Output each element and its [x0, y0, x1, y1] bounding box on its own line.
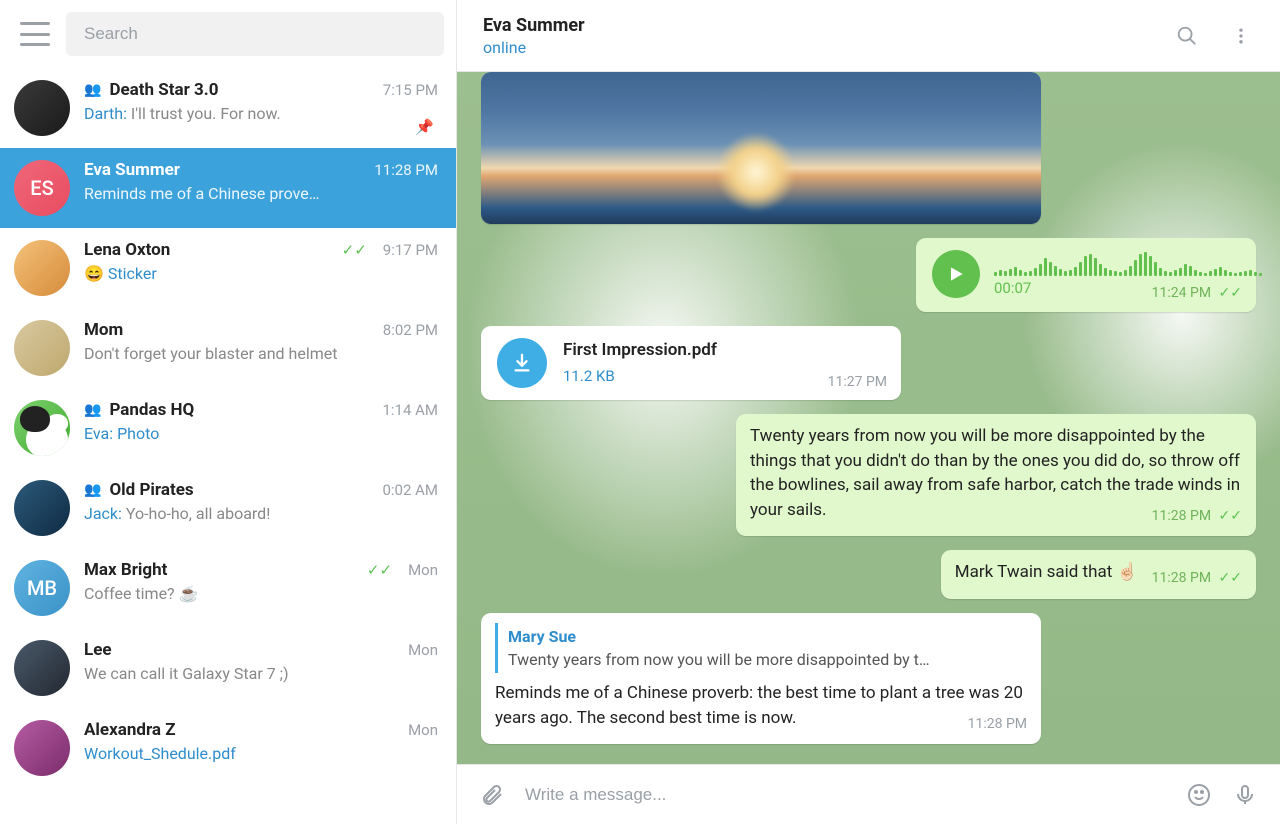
message-image[interactable]: I finally visited Earth.. The nature her…	[481, 72, 1041, 224]
chat-status: online	[483, 38, 585, 57]
chat-list[interactable]: 👥 Death Star 3.0 7:15 PM Darth: I'll tru…	[0, 68, 456, 824]
chat-preview: Jack: Yo-ho-ho, all aboard!	[84, 504, 438, 523]
reply-text: Twenty years from now you will be more d…	[508, 648, 1017, 671]
message-text-bubble[interactable]: Mark Twain said that ☝🏻 11:28 PM ✓✓	[941, 550, 1256, 598]
messages-area[interactable]: I finally visited Earth.. The nature her…	[457, 72, 1280, 764]
chat-title: Eva Summer	[483, 15, 585, 36]
message-voice[interactable]: 00:07 11:24 PM ✓✓	[916, 238, 1256, 312]
waveform[interactable]	[994, 250, 1262, 276]
chat-name: Eva Summer	[84, 160, 180, 180]
message-text: Mark Twain said that ☝🏻	[955, 562, 1138, 582]
read-checks-icon: ✓✓	[1219, 285, 1242, 301]
chat-header: Eva Summer online	[457, 0, 1280, 72]
chat-time: Mon	[408, 721, 438, 739]
chat-preview: Eva: Photo	[84, 424, 438, 443]
read-checks-icon: ✓✓	[342, 241, 367, 259]
microphone-icon[interactable]	[1232, 782, 1258, 808]
read-checks-icon: ✓✓	[1219, 570, 1242, 586]
avatar: ES	[14, 160, 70, 216]
chat-row-death-star[interactable]: 👥 Death Star 3.0 7:15 PM Darth: I'll tru…	[0, 68, 456, 148]
chat-time: Mon	[408, 641, 438, 659]
file-size: 11.2 KB	[563, 366, 717, 388]
chat-name: Max Bright	[84, 560, 167, 580]
search-input[interactable]	[84, 24, 426, 44]
chat-time: 9:17 PM	[383, 241, 438, 259]
chat-row-lena[interactable]: Lena Oxton ✓✓ 9:17 PM 😄 Sticker	[0, 228, 456, 308]
menu-button[interactable]	[20, 22, 50, 46]
chat-row-alexandra[interactable]: Alexandra Z Mon Workout_Shedule.pdf	[0, 708, 456, 788]
message-time: 11:28 PM	[968, 714, 1027, 734]
chat-name: Death Star 3.0	[109, 80, 218, 100]
group-icon: 👥	[84, 82, 101, 98]
chat-preview: Darth: I'll trust you. For now.	[84, 104, 438, 123]
avatar	[14, 400, 70, 456]
chat-preview: Coffee time? ☕	[84, 584, 438, 603]
chat-time: 1:14 AM	[382, 401, 438, 419]
read-checks-icon: ✓✓	[367, 561, 392, 579]
composer	[457, 764, 1280, 824]
search-icon[interactable]	[1174, 23, 1200, 49]
pin-icon: 📌	[415, 118, 434, 136]
message-image-preview	[481, 72, 1041, 224]
avatar	[14, 80, 70, 136]
chat-time: 11:28 PM	[374, 161, 438, 179]
attach-icon[interactable]	[479, 782, 505, 808]
chat-main: Eva Summer online I finally visited Eart…	[457, 0, 1280, 824]
message-time: 11:24 PM ✓✓	[1152, 283, 1242, 303]
chat-preview: Don't forget your blaster and helmet	[84, 344, 438, 363]
chat-preview: We can call it Galaxy Star 7 ;)	[84, 664, 438, 683]
chat-time: 7:15 PM	[383, 81, 438, 99]
chat-time: 0:02 AM	[382, 481, 438, 499]
chat-time: 8:02 PM	[383, 321, 438, 339]
group-icon: 👥	[84, 402, 101, 418]
avatar: MB	[14, 560, 70, 616]
sidebar-top	[0, 0, 456, 68]
chat-preview: Reminds me of a Chinese prove…	[84, 184, 438, 203]
reply-sender: Mary Sue	[508, 625, 1017, 648]
message-time: 11:28 PM ✓✓	[1152, 568, 1242, 588]
sidebar: 👥 Death Star 3.0 7:15 PM Darth: I'll tru…	[0, 0, 457, 824]
message-time: 11:27 PM	[828, 372, 887, 392]
chat-name: Old Pirates	[109, 480, 193, 500]
avatar	[14, 480, 70, 536]
read-checks-icon: ✓✓	[1219, 508, 1242, 524]
more-icon[interactable]	[1228, 23, 1254, 49]
chat-header-info[interactable]: Eva Summer online	[483, 15, 585, 57]
message-file[interactable]: First Impression.pdf 11.2 KB 11:27 PM	[481, 326, 901, 400]
chat-name: Alexandra Z	[84, 720, 176, 740]
reply-quote[interactable]: Mary Sue Twenty years from now you will …	[495, 623, 1027, 673]
chat-name: Lena Oxton	[84, 240, 170, 260]
message-input[interactable]	[525, 785, 1166, 805]
message-text-bubble[interactable]: Twenty years from now you will be more d…	[736, 414, 1256, 536]
chat-row-eva-summer[interactable]: ES Eva Summer 11:28 PM Reminds me of a C…	[0, 148, 456, 228]
emoji-icon[interactable]	[1186, 782, 1212, 808]
download-icon[interactable]	[497, 338, 547, 388]
chat-name: Mom	[84, 320, 123, 340]
avatar	[14, 240, 70, 296]
group-icon: 👥	[84, 482, 101, 498]
message-reply-bubble[interactable]: Mary Sue Twenty years from now you will …	[481, 613, 1041, 744]
chat-row-lee[interactable]: Lee Mon We can call it Galaxy Star 7 ;)	[0, 628, 456, 708]
avatar	[14, 320, 70, 376]
chat-row-pandas[interactable]: 👥 Pandas HQ 1:14 AM Eva: Photo	[0, 388, 456, 468]
chat-preview: Workout_Shedule.pdf	[84, 744, 438, 763]
chat-row-pirates[interactable]: 👥 Old Pirates 0:02 AM Jack: Yo-ho-ho, al…	[0, 468, 456, 548]
avatar	[14, 720, 70, 776]
chat-row-max[interactable]: MB Max Bright ✓✓ Mon Coffee time? ☕	[0, 548, 456, 628]
message-text: Reminds me of a Chinese proverb: the bes…	[495, 683, 1023, 728]
chat-name: Pandas HQ	[109, 400, 194, 420]
avatar	[14, 640, 70, 696]
chat-name: Lee	[84, 640, 112, 660]
search-box[interactable]	[66, 12, 444, 56]
file-name: First Impression.pdf	[563, 338, 717, 363]
chat-row-mom[interactable]: Mom 8:02 PM Don't forget your blaster an…	[0, 308, 456, 388]
message-time: 11:28 PM ✓✓	[1152, 506, 1242, 526]
chat-time: Mon	[408, 561, 438, 579]
play-button[interactable]	[932, 250, 980, 298]
chat-preview: 😄 Sticker	[84, 264, 438, 283]
